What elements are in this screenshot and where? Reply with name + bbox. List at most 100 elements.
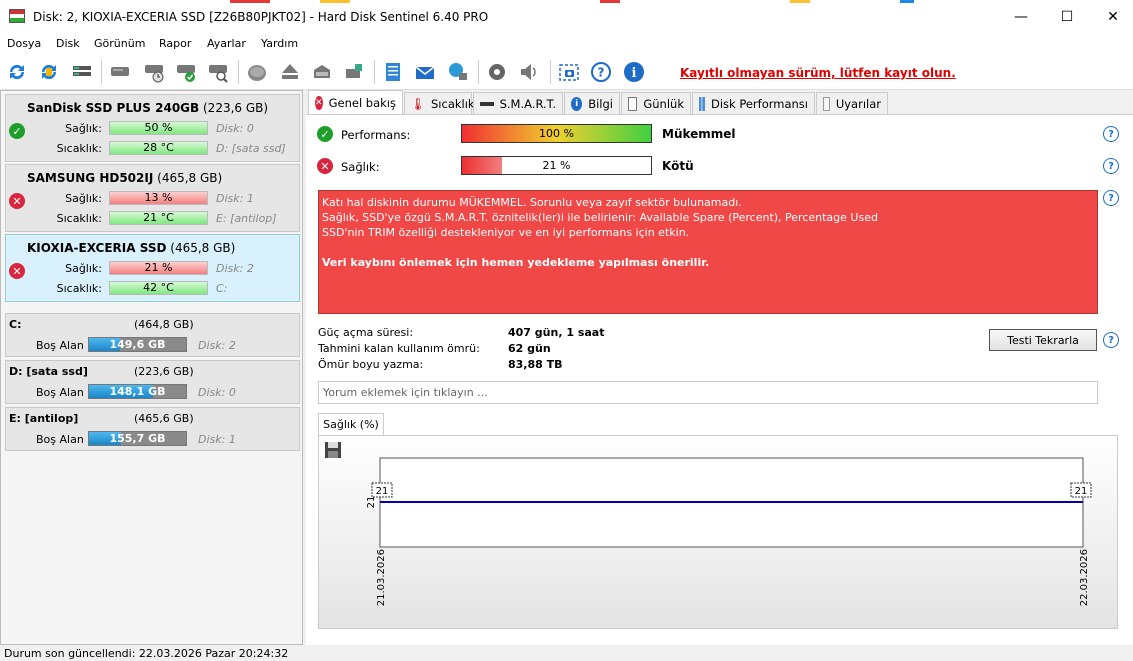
- tab-strip: ✕ Genel bakış 🌡 Sıcaklık S.M.A.R.T. i Bilgi…: [306, 90, 1133, 114]
- backup-recommendation: Veri kaybını önlemek için hemen yedeklem…: [322, 256, 710, 269]
- status-message-line: Katı hal diskinin durumu MÜKEMMEL. Sorun…: [322, 196, 742, 209]
- toolbar-separator: [238, 60, 239, 84]
- help-icon[interactable]: ?: [1103, 126, 1119, 142]
- drive-tools-icon[interactable]: [342, 60, 366, 84]
- performance-icon: [699, 96, 705, 111]
- temperature-label: Sıcaklık:: [56, 212, 102, 225]
- menu-bar: Dosya Disk Görünüm Rapor Ayarlar Yardım: [0, 34, 1133, 54]
- help-icon[interactable]: ?: [1103, 332, 1119, 348]
- free-space-label: Boş Alan: [36, 386, 84, 399]
- screenshot-icon[interactable]: [557, 60, 581, 84]
- close-button[interactable]: ✕: [1090, 0, 1133, 34]
- health-error-icon: ✕: [317, 158, 333, 174]
- disk-volume: E: [antilop]: [216, 212, 277, 225]
- health-rating: Kötü: [662, 159, 694, 173]
- svg-text:?: ?: [598, 66, 605, 80]
- tab-overview[interactable]: ✕ Genel bakış: [308, 90, 403, 114]
- toolbar-separator: [550, 60, 551, 84]
- info-icon[interactable]: i: [622, 60, 646, 84]
- maximize-button[interactable]: ☐: [1044, 0, 1090, 34]
- window-title: Disk: 2, KIOXIA-EXCERIA SSD [Z26B80PJKT0…: [33, 10, 489, 24]
- health-bar: 21 %: [461, 156, 652, 175]
- disk-name: SanDisk SSD PLUS 240GB (223,6 GB): [27, 101, 269, 115]
- tab-alerts[interactable]: Uyarılar: [816, 92, 888, 114]
- disk-card-sandisk[interactable]: SanDisk SSD PLUS 240GB (223,6 GB) ✓ Sağl…: [5, 94, 300, 162]
- x-tick-label: 21.03.2026: [376, 549, 387, 606]
- overview-content: ✓ Performans: 100 % Mükemmel ? ✕ Sağlık:…: [306, 114, 1133, 645]
- health-label: Sağlık:: [65, 262, 102, 275]
- free-space-label: Boş Alan: [36, 433, 84, 446]
- help-icon[interactable]: ?: [1103, 190, 1119, 206]
- status-error-icon: ✕: [9, 193, 25, 209]
- mail-icon[interactable]: [413, 60, 437, 84]
- menu-yardim[interactable]: Yardım: [261, 37, 298, 50]
- comment-input[interactable]: Yorum eklemek için tıklayın ...: [318, 381, 1098, 404]
- disk-index: Disk: 0: [216, 122, 254, 135]
- network-icon[interactable]: [446, 60, 470, 84]
- info-icon: i: [571, 96, 583, 111]
- health-bar: 21 %: [109, 261, 208, 275]
- disk-list-icon[interactable]: [70, 60, 94, 84]
- x-tick-label: 22.03.2026: [1079, 549, 1090, 606]
- disk-name: KIOXIA-EXCERIA SSD (465,8 GB): [27, 241, 236, 255]
- menu-rapor[interactable]: Rapor: [159, 37, 191, 50]
- menu-gorunum[interactable]: Görünüm: [94, 37, 145, 50]
- tab-smart[interactable]: S.M.A.R.T.: [473, 92, 563, 114]
- tab-disk-performance[interactable]: Disk Performansı: [692, 92, 815, 114]
- eject-icon[interactable]: [278, 60, 302, 84]
- alerts-icon: [823, 96, 830, 111]
- remaining-life-value: 62 gün: [508, 342, 551, 355]
- menu-ayarlar[interactable]: Ayarlar: [207, 37, 246, 50]
- smart-icon: [480, 101, 494, 106]
- sound-icon[interactable]: [517, 60, 541, 84]
- title-bar: Disk: 2, KIOXIA-EXCERIA SSD [Z26B80PJKT0…: [0, 0, 1133, 34]
- retest-button[interactable]: Testi Tekrarla: [989, 329, 1097, 351]
- health-chart-svg: 2121 2121.03.2026 22.03.2026: [325, 442, 1092, 606]
- decorative-strip: [230, 0, 270, 3]
- volume-disk: Disk: 2: [198, 339, 236, 352]
- tab-temperature[interactable]: 🌡 Sıcaklık: [404, 92, 475, 114]
- help-icon[interactable]: ?: [589, 60, 613, 84]
- error-icon: ✕: [315, 95, 323, 110]
- menu-dosya[interactable]: Dosya: [7, 37, 41, 50]
- volume-card-d[interactable]: D: [sata ssd] (223,6 GB) Boş Alan 148,1 …: [5, 360, 300, 404]
- volume-card-c[interactable]: C: (464,8 GB) Boş Alan 149,6 GB Disk: 2: [5, 313, 300, 357]
- refresh-all-icon[interactable]: [37, 60, 61, 84]
- drive-icon[interactable]: [310, 60, 334, 84]
- health-row: Sağlık: 13 % Disk: 1: [27, 191, 297, 207]
- tab-info[interactable]: i Bilgi: [564, 92, 620, 114]
- remaining-life-label: Tahmini kalan kullanım ömrü:: [318, 342, 480, 355]
- health-bar: 13 %: [109, 191, 208, 205]
- disk-list-panel: SanDisk SSD PLUS 240GB (223,6 GB) ✓ Sağl…: [0, 90, 303, 645]
- health-row: Sağlık: 21 % Disk: 2: [27, 261, 297, 277]
- svg-text:i: i: [632, 66, 637, 81]
- temperature-label: Sıcaklık:: [56, 142, 102, 155]
- volume-name: D: [sata ssd]: [9, 365, 88, 378]
- volume-size: (465,6 GB): [134, 412, 194, 425]
- refresh-icon[interactable]: [5, 60, 29, 84]
- save-icon[interactable]: [325, 442, 341, 458]
- y-tick-label: 21: [366, 496, 377, 509]
- volume-card-e[interactable]: E: [antilop] (465,6 GB) Boş Alan 155,7 G…: [5, 407, 300, 451]
- help-icon[interactable]: ?: [1103, 158, 1119, 174]
- disk-index: Disk: 1: [216, 192, 254, 205]
- disk-check-icon[interactable]: [174, 60, 198, 84]
- minimize-button[interactable]: —: [998, 0, 1044, 34]
- registration-notice-link[interactable]: Kayıtlı olmayan sürüm, lütfen kayıt olun…: [680, 66, 956, 80]
- health-row: Sağlık: 50 % Disk: 0: [27, 121, 297, 137]
- disk-platter-icon[interactable]: [245, 60, 269, 84]
- menu-disk[interactable]: Disk: [56, 37, 80, 50]
- decorative-strip: [320, 0, 350, 3]
- disk-icon[interactable]: [108, 60, 132, 84]
- disk-schedule-icon[interactable]: [142, 60, 166, 84]
- gear-icon[interactable]: [485, 60, 509, 84]
- disk-index: Disk: 2: [216, 262, 254, 275]
- tab-health-chart[interactable]: Sağlık (%): [318, 413, 384, 435]
- temperature-row: Sıcaklık: 42 °C C:: [27, 281, 297, 297]
- disk-card-samsung[interactable]: SAMSUNG HD502IJ (465,8 GB) ✕ Sağlık: 13 …: [5, 164, 300, 232]
- tab-log[interactable]: Günlük: [621, 92, 691, 114]
- disk-card-kioxia[interactable]: KIOXIA-EXCERIA SSD (465,8 GB) ✕ Sağlık: …: [5, 234, 300, 302]
- disk-search-icon[interactable]: [206, 60, 230, 84]
- toolbar-separator: [374, 60, 375, 84]
- report-icon[interactable]: [381, 60, 405, 84]
